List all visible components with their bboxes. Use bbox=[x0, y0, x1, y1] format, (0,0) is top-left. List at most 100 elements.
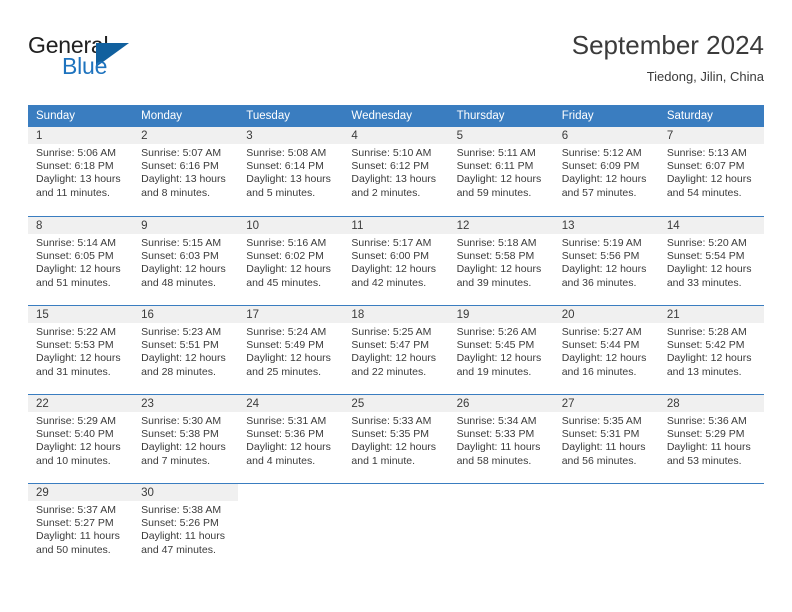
day-details: Sunrise: 5:29 AM Sunset: 5:40 PM Daylight:… bbox=[28, 412, 133, 468]
daylight-duration-line1: Daylight: 12 hours bbox=[246, 441, 331, 454]
calendar-day-cell[interactable]: 3 Sunrise: 5:08 AM Sunset: 6:14 PM Daylight… bbox=[238, 127, 344, 216]
calendar-day-cell[interactable]: 25 Sunrise: 5:33 AM Sunset: 5:35 PM Dayligh… bbox=[343, 395, 449, 483]
calendar-day-cell[interactable]: 24 Sunrise: 5:31 AM Sunset: 5:36 PM Dayligh… bbox=[238, 395, 344, 483]
calendar-day-cell[interactable]: 20 Sunrise: 5:27 AM Sunset: 5:44 PM Dayligh… bbox=[553, 306, 659, 394]
weekday-header-tuesday: Tuesday bbox=[246, 110, 290, 122]
calendar-week-row: 29 Sunrise: 5:37 AM Sunset: 5:27 PM Dayligh… bbox=[28, 483, 764, 572]
daylight-duration-line2: and 39 minutes. bbox=[456, 276, 532, 289]
daylight-duration-line1: Daylight: 12 hours bbox=[246, 263, 331, 276]
daylight-duration-line1: Daylight: 11 hours bbox=[456, 441, 541, 454]
calendar-day-cell[interactable]: 19 Sunrise: 5:26 AM Sunset: 5:45 PM Dayligh… bbox=[448, 306, 554, 394]
calendar-day-cell[interactable]: 18 Sunrise: 5:25 AM Sunset: 5:47 PM Dayligh… bbox=[343, 306, 449, 394]
daylight-duration-line1: Daylight: 12 hours bbox=[456, 352, 542, 365]
sunrise-time: Sunrise: 5:07 AM bbox=[141, 147, 222, 159]
calendar-day-cell[interactable]: 1 Sunrise: 5:06 AM Sunset: 6:18 PM Daylight… bbox=[28, 127, 134, 216]
daylight-duration-line1: Daylight: 12 hours bbox=[561, 352, 647, 365]
calendar-day-cell[interactable]: 30 Sunrise: 5:38 AM Sunset: 5:26 PM Dayligh… bbox=[133, 484, 239, 572]
day-number: 29 bbox=[28, 484, 134, 501]
sunset-time: Sunset: 5:36 PM bbox=[246, 428, 324, 441]
sunset-time: Sunset: 6:09 PM bbox=[561, 160, 640, 173]
day-number bbox=[238, 484, 343, 501]
sunrise-time: Sunrise: 5:16 AM bbox=[246, 237, 327, 249]
daylight-duration-line1: Daylight: 12 hours bbox=[666, 173, 752, 186]
day-details: Sunrise: 5:25 AM Sunset: 5:47 PM Daylight:… bbox=[343, 323, 448, 379]
calendar-day-cell[interactable]: 5 Sunrise: 5:11 AM Sunset: 6:11 PM Daylight… bbox=[448, 127, 554, 216]
calendar-day-cell[interactable]: 2 Sunrise: 5:07 AM Sunset: 6:16 PM Daylight… bbox=[133, 127, 239, 216]
calendar-day-cell[interactable]: 12 Sunrise: 5:18 AM Sunset: 5:58 PM Dayligh… bbox=[448, 217, 554, 305]
day-number: 13 bbox=[553, 217, 659, 234]
calendar-day-cell[interactable]: 7 Sunrise: 5:13 AM Sunset: 6:07 PM Daylight… bbox=[658, 127, 764, 216]
calendar-grid: Sunday Monday Tuesday Wednesday Thursday… bbox=[28, 105, 764, 572]
sunrise-time: Sunrise: 5:38 AM bbox=[141, 504, 222, 516]
sunset-time: Sunset: 5:26 PM bbox=[141, 517, 219, 530]
daylight-duration-line2: and 11 minutes. bbox=[36, 186, 110, 199]
calendar-week-row: 22 Sunrise: 5:29 AM Sunset: 5:40 PM Dayligh… bbox=[28, 394, 764, 483]
sunrise-time: Sunrise: 5:22 AM bbox=[36, 326, 116, 338]
calendar-day-cell[interactable]: 15 Sunrise: 5:22 AM Sunset: 5:53 PM Dayligh… bbox=[28, 306, 134, 394]
sunset-time: Sunset: 5:31 PM bbox=[561, 428, 640, 441]
day-details: Sunrise: 5:14 AM Sunset: 6:05 PM Daylight:… bbox=[28, 234, 133, 290]
day-details: Sunrise: 5:20 AM Sunset: 5:54 PM Daylight:… bbox=[659, 234, 764, 290]
calendar-day-cell[interactable]: 29 Sunrise: 5:37 AM Sunset: 5:27 PM Dayligh… bbox=[28, 484, 134, 572]
daylight-duration-line1: Daylight: 12 hours bbox=[36, 263, 121, 276]
sunrise-time: Sunrise: 5:29 AM bbox=[36, 415, 116, 427]
daylight-duration-line2: and 48 minutes. bbox=[141, 276, 216, 289]
daylight-duration-line1: Daylight: 12 hours bbox=[351, 263, 437, 276]
daylight-duration-line1: Daylight: 12 hours bbox=[36, 441, 121, 454]
sunrise-time: Sunrise: 5:17 AM bbox=[351, 237, 432, 249]
day-details: Sunrise: 5:10 AM Sunset: 6:12 PM Daylight:… bbox=[343, 144, 448, 200]
calendar-day-cell[interactable]: 13 Sunrise: 5:19 AM Sunset: 5:56 PM Dayligh… bbox=[553, 217, 659, 305]
daylight-duration-line2: and 22 minutes. bbox=[351, 365, 427, 378]
sunset-time: Sunset: 5:40 PM bbox=[36, 428, 114, 441]
sunrise-time: Sunrise: 5:37 AM bbox=[36, 504, 116, 516]
sunrise-time: Sunrise: 5:28 AM bbox=[666, 326, 747, 338]
sunset-time: Sunset: 5:45 PM bbox=[456, 339, 535, 352]
daylight-duration-line2: and 50 minutes. bbox=[36, 543, 111, 556]
daylight-duration-line2: and 58 minutes. bbox=[456, 454, 532, 467]
daylight-duration-line2: and 53 minutes. bbox=[666, 454, 742, 467]
calendar-day-cell[interactable]: 9 Sunrise: 5:15 AM Sunset: 6:03 PM Daylight… bbox=[133, 217, 239, 305]
sunset-time: Sunset: 5:49 PM bbox=[246, 339, 324, 352]
sunrise-time: Sunrise: 5:11 AM bbox=[456, 147, 536, 159]
calendar-day-cell[interactable]: 16 Sunrise: 5:23 AM Sunset: 5:51 PM Dayligh… bbox=[133, 306, 239, 394]
daylight-duration-line2: and 57 minutes. bbox=[561, 186, 637, 199]
calendar-week-row: 8 Sunrise: 5:14 AM Sunset: 6:05 PM Daylight… bbox=[28, 216, 764, 305]
title-block: September 2024 Tiedong, Jilin, China bbox=[572, 28, 764, 87]
calendar-day-cell[interactable]: 4 Sunrise: 5:10 AM Sunset: 6:12 PM Daylight… bbox=[343, 127, 449, 216]
sunset-time: Sunset: 6:12 PM bbox=[351, 160, 430, 173]
sunrise-time: Sunrise: 5:24 AM bbox=[246, 326, 327, 338]
calendar-day-cell[interactable]: 8 Sunrise: 5:14 AM Sunset: 6:05 PM Daylight… bbox=[28, 217, 134, 305]
calendar-day-cell[interactable]: 26 Sunrise: 5:34 AM Sunset: 5:33 PM Dayligh… bbox=[448, 395, 554, 483]
calendar-day-cell[interactable]: 27 Sunrise: 5:35 AM Sunset: 5:31 PM Dayligh… bbox=[553, 395, 659, 483]
sunrise-time: Sunrise: 5:20 AM bbox=[666, 237, 747, 249]
sunrise-time: Sunrise: 5:36 AM bbox=[666, 415, 747, 427]
day-number: 1 bbox=[28, 127, 134, 144]
calendar-day-cell[interactable]: 28 Sunrise: 5:36 AM Sunset: 5:29 PM Dayligh… bbox=[658, 395, 764, 483]
day-number: 22 bbox=[28, 395, 134, 412]
sunset-time: Sunset: 5:35 PM bbox=[351, 428, 430, 441]
calendar-day-cell[interactable]: 23 Sunrise: 5:30 AM Sunset: 5:38 PM Dayligh… bbox=[133, 395, 239, 483]
calendar-day-cell[interactable]: 14 Sunrise: 5:20 AM Sunset: 5:54 PM Dayligh… bbox=[658, 217, 764, 305]
daylight-duration-line1: Daylight: 12 hours bbox=[351, 441, 437, 454]
brand-logo[interactable]: General Blue bbox=[28, 32, 258, 92]
day-number: 3 bbox=[238, 127, 344, 144]
calendar-day-cell[interactable]: 22 Sunrise: 5:29 AM Sunset: 5:40 PM Dayligh… bbox=[28, 395, 134, 483]
calendar-day-cell[interactable]: 10 Sunrise: 5:16 AM Sunset: 6:02 PM Dayligh… bbox=[238, 217, 344, 305]
calendar-day-cell[interactable]: 21 Sunrise: 5:28 AM Sunset: 5:42 PM Dayligh… bbox=[658, 306, 764, 394]
day-details: Sunrise: 5:07 AM Sunset: 6:16 PM Daylight:… bbox=[133, 144, 238, 200]
sunset-time: Sunset: 5:47 PM bbox=[351, 339, 430, 352]
weekday-header-row: Sunday Monday Tuesday Wednesday Thursday… bbox=[28, 105, 764, 127]
sunset-time: Sunset: 6:05 PM bbox=[36, 250, 114, 263]
sunset-time: Sunset: 6:02 PM bbox=[246, 250, 324, 263]
daylight-duration-line1: Daylight: 11 hours bbox=[36, 530, 120, 543]
calendar-day-cell[interactable]: 17 Sunrise: 5:24 AM Sunset: 5:49 PM Dayligh… bbox=[238, 306, 344, 394]
calendar-day-cell-empty bbox=[658, 484, 764, 572]
calendar-day-cell[interactable]: 11 Sunrise: 5:17 AM Sunset: 6:00 PM Dayligh… bbox=[343, 217, 449, 305]
daylight-duration-line2: and 10 minutes. bbox=[36, 454, 111, 467]
day-details: Sunrise: 5:16 AM Sunset: 6:02 PM Daylight:… bbox=[238, 234, 343, 290]
sunset-time: Sunset: 6:18 PM bbox=[36, 160, 114, 173]
day-details: Sunrise: 5:11 AM Sunset: 6:11 PM Daylight:… bbox=[449, 144, 554, 200]
calendar-weeks: 1 Sunrise: 5:06 AM Sunset: 6:18 PM Daylight… bbox=[28, 127, 764, 572]
calendar-day-cell[interactable]: 6 Sunrise: 5:12 AM Sunset: 6:09 PM Daylight… bbox=[553, 127, 659, 216]
day-details: Sunrise: 5:36 AM Sunset: 5:29 PM Daylight:… bbox=[659, 412, 764, 468]
